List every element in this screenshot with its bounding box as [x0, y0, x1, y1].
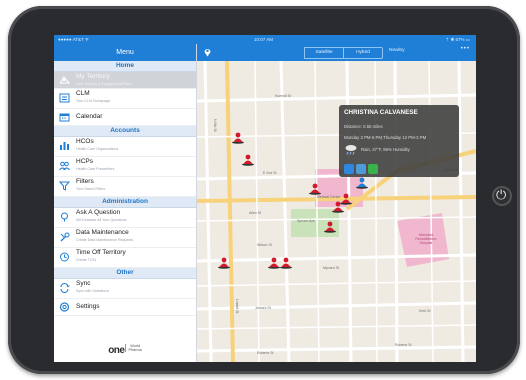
hco-icon: [60, 142, 69, 150]
street-label: Wilson St: [257, 243, 272, 247]
sidebar-item-label: Ask A Question: [76, 209, 121, 216]
street-label: Spruce Ave: [297, 219, 315, 223]
street-label: Roberts St: [395, 343, 412, 347]
hcp-marker[interactable]: [241, 154, 255, 166]
street-label: Lindell St: [235, 299, 239, 314]
status-carrier: ●●●●● AT&T ᯤ: [58, 37, 90, 42]
menu-title: Menu: [54, 44, 196, 61]
sidebar-item-sublabel: Sync with Salesforce: [76, 289, 110, 293]
calendar-icon: [59, 113, 70, 122]
brand-one: one: [108, 345, 125, 356]
map-toolbar: Map Satellite Hybrid Nearby •••: [197, 44, 476, 362]
section-header-administration: Administration: [54, 197, 196, 208]
status-time: 10:07 AM: [254, 37, 274, 42]
question-icon: [61, 212, 68, 222]
territory-icon: [59, 76, 70, 84]
sidebar-item-sublabel: Health Care Prescribers: [76, 167, 115, 171]
sidebar-item-calendar[interactable]: Calendar: [54, 109, 196, 126]
section-header-accounts: Accounts: [54, 126, 196, 137]
sidebar-item-sublabel: We'll Answer All Your Questions: [76, 218, 127, 222]
status-battery: ⇡ ✱ 67% ▭: [445, 37, 470, 42]
hcp-marker[interactable]: [231, 132, 245, 144]
sidebar-item-time-off-territory[interactable]: Time Off Territory Create TOTs: [54, 248, 196, 268]
message-icon[interactable]: [368, 164, 378, 174]
callout-name: CHRISTINA CALVANESE: [344, 109, 418, 116]
filter-icon: [59, 181, 70, 191]
sidebar-item-clm[interactable]: CLM Your CLM Homepage: [54, 89, 196, 109]
segment-hybrid[interactable]: Hybrid: [343, 47, 383, 59]
hcp-icon: [59, 161, 70, 171]
sidebar-item-ask-a-question[interactable]: Ask A Question We'll Answer All Your Que…: [54, 208, 196, 228]
callout-distance: Distance: 0.55 miles: [344, 124, 383, 129]
sync-icon: [60, 283, 70, 293]
sidebar-item-hcos[interactable]: HCOs Health Care Organizations: [54, 137, 196, 157]
street-label: Roberts St: [257, 351, 274, 355]
sidebar-item-label: HCOs: [76, 138, 94, 145]
sidebar-item-label: Sync: [76, 280, 91, 287]
sidebar-item-sublabel: Create Data Maintenance Requests: [76, 238, 134, 242]
section-header-home: Home: [54, 61, 196, 72]
settings-icon: [59, 302, 70, 312]
brand-logo: one World Pharma: [54, 340, 196, 358]
brand-pharma: Pharma: [128, 348, 142, 352]
callout-actions: [344, 161, 380, 179]
street-label: E 2nd St: [263, 171, 277, 175]
sidebar-item-filters[interactable]: Filters Your Saved Filters: [54, 177, 196, 197]
sidebar-item-sublabel: Your Territory & Engagement Plans: [76, 82, 132, 86]
more-icon[interactable]: •••: [461, 46, 470, 52]
hcp-marker[interactable]: [279, 257, 293, 269]
street-label: N 6th St: [213, 119, 217, 132]
map-view[interactable]: Kuenstl St E 2nd St Allen St Wilson St M…: [197, 61, 476, 362]
clock-icon: [60, 252, 69, 262]
screen: ●●●●● AT&T ᯤ 10:07 AM ⇡ ✱ 67% ▭ Menu Hom…: [54, 35, 476, 362]
street-label: Mynard St: [323, 266, 339, 270]
sidebar-item-label: My Territory: [76, 73, 110, 80]
street-label: Memorial Rehabilitation Hospital: [415, 233, 437, 245]
hcp-marker[interactable]: [339, 193, 353, 205]
hcp-marker[interactable]: [323, 221, 337, 233]
hcp-info-callout[interactable]: CHRISTINA CALVANESE Distance: 0.55 miles…: [339, 105, 459, 177]
street-label: Kent St: [419, 309, 431, 313]
segment-satellite[interactable]: Satellite: [304, 47, 344, 59]
rain-cloud-icon: [345, 145, 357, 155]
section-header-other: Other: [54, 268, 196, 279]
sidebar-item-settings[interactable]: Settings: [54, 299, 196, 316]
sidebar-menu: Menu Home My Territory Your Territory & …: [54, 44, 197, 362]
sidebar-item-label: CLM: [76, 90, 90, 97]
email-icon[interactable]: [344, 164, 354, 174]
street-label: Jamont St: [255, 306, 271, 310]
street-label: Allen St: [249, 211, 262, 215]
sidebar-item-sync[interactable]: Sync Sync with Salesforce: [54, 279, 196, 299]
sidebar-item-label: HCPs: [76, 158, 93, 165]
sidebar-item-label: Time Off Territory: [76, 249, 126, 256]
tablet-frame: ⏻ ●●●●● AT&T ᯤ 10:07 AM ⇡ ✱ 67% ▭ Menu H…: [8, 6, 520, 374]
sidebar-item-sublabel: Your Saved Filters: [76, 187, 106, 191]
maintenance-icon: [60, 232, 70, 242]
sidebar-item-sublabel: Create TOTs: [76, 258, 97, 262]
callout-weather: Rain, 37°F, 86% Humidity: [361, 147, 410, 152]
sidebar-item-sublabel: Your CLM Homepage: [76, 99, 111, 103]
sidebar-item-data-maintenance[interactable]: Data Maintenance Create Data Maintenance…: [54, 228, 196, 248]
sidebar-item-hcps[interactable]: HCPs Health Care Prescribers: [54, 157, 196, 177]
power-icon[interactable]: ⏻: [492, 186, 512, 206]
sidebar-item-my-territory[interactable]: My Territory Your Territory & Engagement…: [54, 72, 196, 89]
street-label: Kuenstl St: [275, 94, 291, 98]
status-bar: ●●●●● AT&T ᯤ 10:07 AM ⇡ ✱ 67% ▭: [54, 35, 476, 44]
sidebar-item-label: Filters: [76, 178, 94, 185]
sidebar-item-label: Calendar: [76, 113, 103, 120]
hcp-marker[interactable]: [217, 257, 231, 269]
sidebar-item-sublabel: Health Care Organizations: [76, 147, 119, 151]
callout-hours: Monday 3 PM-5 PM,Thursday 12 PM-3 PM: [344, 135, 427, 140]
clm-icon: [59, 93, 70, 103]
sidebar-item-label: Settings: [76, 303, 100, 310]
street-label: Medical Center: [317, 195, 341, 199]
location-pin-icon[interactable]: [203, 47, 212, 57]
sidebar-item-label: Data Maintenance: [76, 229, 129, 236]
contact-card-icon[interactable]: [356, 164, 366, 174]
hcp-marker[interactable]: [308, 183, 322, 195]
nearby-button[interactable]: Nearby: [389, 48, 404, 53]
